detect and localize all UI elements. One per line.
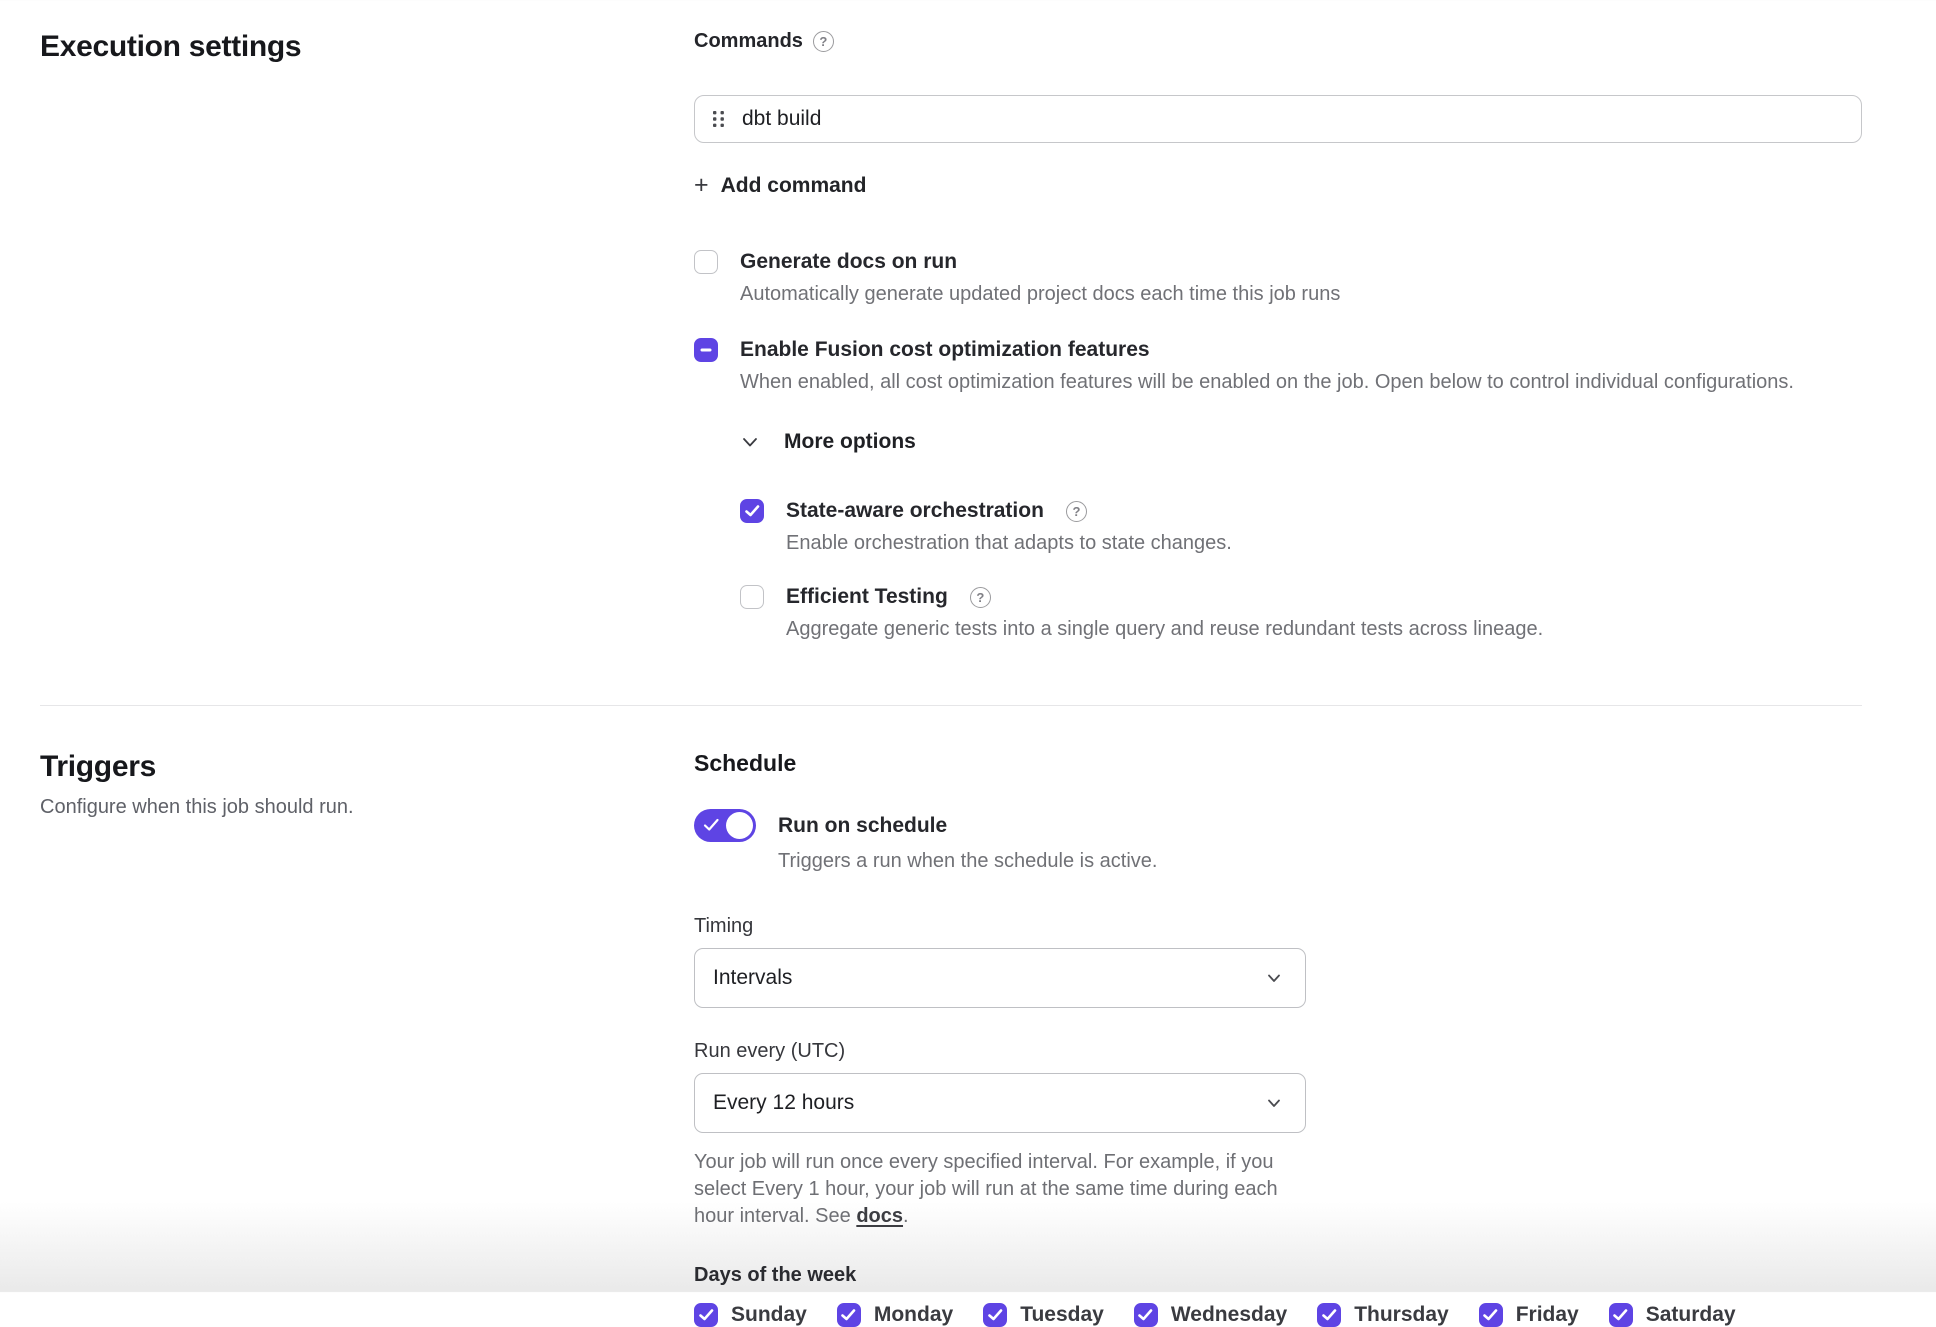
generate-docs-label: Generate docs on run <box>740 250 957 274</box>
day-item-friday: Friday <box>1479 1303 1579 1327</box>
execution-settings-content: Commands ? db <box>694 30 1862 641</box>
toggle-check-icon <box>703 817 720 833</box>
state-aware-option: State-aware orchestration ? Enable orche… <box>740 499 1862 555</box>
efficient-testing-help-icon[interactable]: ? <box>970 587 991 608</box>
triggers-subtitle: Configure when this job should run. <box>40 796 694 819</box>
job-settings-page: Execution settings Commands ? <box>0 0 1936 1292</box>
helper-text-after: . <box>903 1205 909 1227</box>
state-aware-checkbox[interactable] <box>740 499 764 523</box>
execution-settings-section: Execution settings Commands ? <box>40 30 1862 641</box>
drag-handle-icon[interactable] <box>711 108 726 130</box>
more-options-label: More options <box>784 430 916 454</box>
run-every-label: Run every (UTC) <box>694 1040 1862 1063</box>
fusion-checkbox[interactable] <box>694 338 718 362</box>
commands-help-icon[interactable]: ? <box>813 31 834 52</box>
toggle-knob <box>726 812 753 839</box>
triggers-title: Triggers <box>40 750 694 784</box>
add-command-label: Add command <box>721 174 867 198</box>
monday-checkbox[interactable] <box>837 1303 861 1327</box>
timing-label: Timing <box>694 915 1862 938</box>
days-of-week-label: Days of the week <box>694 1264 1862 1287</box>
day-label: Tuesday <box>1020 1303 1104 1327</box>
chevron-down-icon <box>1265 969 1283 987</box>
commands-label: Commands <box>694 30 803 53</box>
run-on-schedule-toggle[interactable] <box>694 809 756 842</box>
helper-text-before: Your job will run once every specified i… <box>694 1151 1278 1227</box>
tuesday-checkbox[interactable] <box>983 1303 1007 1327</box>
efficient-testing-option: Efficient Testing ? Aggregate generic te… <box>740 585 1862 641</box>
docs-link[interactable]: docs <box>856 1205 903 1227</box>
day-label: Wednesday <box>1171 1303 1287 1327</box>
day-item-thursday: Thursday <box>1317 1303 1449 1327</box>
thursday-checkbox[interactable] <box>1317 1303 1341 1327</box>
state-aware-label: State-aware orchestration <box>786 499 1044 523</box>
generate-docs-checkbox[interactable] <box>694 250 718 274</box>
run-every-select-value: Every 12 hours <box>713 1091 854 1115</box>
fusion-description: When enabled, all cost optimization feat… <box>740 371 1862 394</box>
generate-docs-option: Generate docs on run Automatically gener… <box>694 250 1862 306</box>
efficient-testing-description: Aggregate generic tests into a single qu… <box>786 618 1862 641</box>
sunday-checkbox[interactable] <box>694 1303 718 1327</box>
command-value[interactable]: dbt build <box>742 107 821 131</box>
timing-select-value: Intervals <box>713 966 792 990</box>
chevron-down-icon <box>740 432 760 452</box>
run-every-select[interactable]: Every 12 hours <box>694 1073 1306 1133</box>
fusion-option: Enable Fusion cost optimization features… <box>694 338 1862 394</box>
run-on-schedule-description: Triggers a run when the schedule is acti… <box>778 850 1862 873</box>
efficient-testing-label: Efficient Testing <box>786 585 948 609</box>
triggers-section: Triggers Configure when this job should … <box>40 706 1862 1327</box>
add-command-button[interactable]: + Add command <box>694 173 866 198</box>
state-aware-help-icon[interactable]: ? <box>1066 501 1087 522</box>
triggers-header: Triggers Configure when this job should … <box>40 750 694 819</box>
day-item-tuesday: Tuesday <box>983 1303 1104 1327</box>
day-label: Sunday <box>731 1303 807 1327</box>
day-item-monday: Monday <box>837 1303 953 1327</box>
day-item-saturday: Saturday <box>1609 1303 1736 1327</box>
friday-checkbox[interactable] <box>1479 1303 1503 1327</box>
commands-label-row: Commands ? <box>694 30 1862 53</box>
day-label: Saturday <box>1646 1303 1736 1327</box>
day-label: Thursday <box>1354 1303 1449 1327</box>
timing-select[interactable]: Intervals <box>694 948 1306 1008</box>
efficient-testing-checkbox[interactable] <box>740 585 764 609</box>
wednesday-checkbox[interactable] <box>1134 1303 1158 1327</box>
chevron-down-icon <box>1265 1094 1283 1112</box>
plus-icon: + <box>694 173 709 198</box>
execution-settings-title: Execution settings <box>40 30 694 64</box>
schedule-title: Schedule <box>694 750 1862 777</box>
days-of-week-row: Sunday Monday Tuesday Wednesday Thursday <box>694 1303 1862 1327</box>
fusion-label: Enable Fusion cost optimization features <box>740 338 1150 362</box>
day-label: Friday <box>1516 1303 1579 1327</box>
run-on-schedule-label: Run on schedule <box>778 814 947 838</box>
state-aware-description: Enable orchestration that adapts to stat… <box>786 532 1862 555</box>
command-input[interactable]: dbt build <box>694 95 1862 143</box>
more-options-toggle[interactable]: More options <box>740 430 916 454</box>
run-on-schedule-row: Run on schedule <box>694 809 1862 842</box>
day-item-sunday: Sunday <box>694 1303 807 1327</box>
execution-settings-header: Execution settings <box>40 30 694 64</box>
day-label: Monday <box>874 1303 953 1327</box>
generate-docs-description: Automatically generate updated project d… <box>740 283 1862 306</box>
triggers-content: Schedule Run on schedule Triggers a run … <box>694 750 1862 1327</box>
saturday-checkbox[interactable] <box>1609 1303 1633 1327</box>
interval-helper-text: Your job will run once every specified i… <box>694 1149 1302 1230</box>
day-item-wednesday: Wednesday <box>1134 1303 1287 1327</box>
